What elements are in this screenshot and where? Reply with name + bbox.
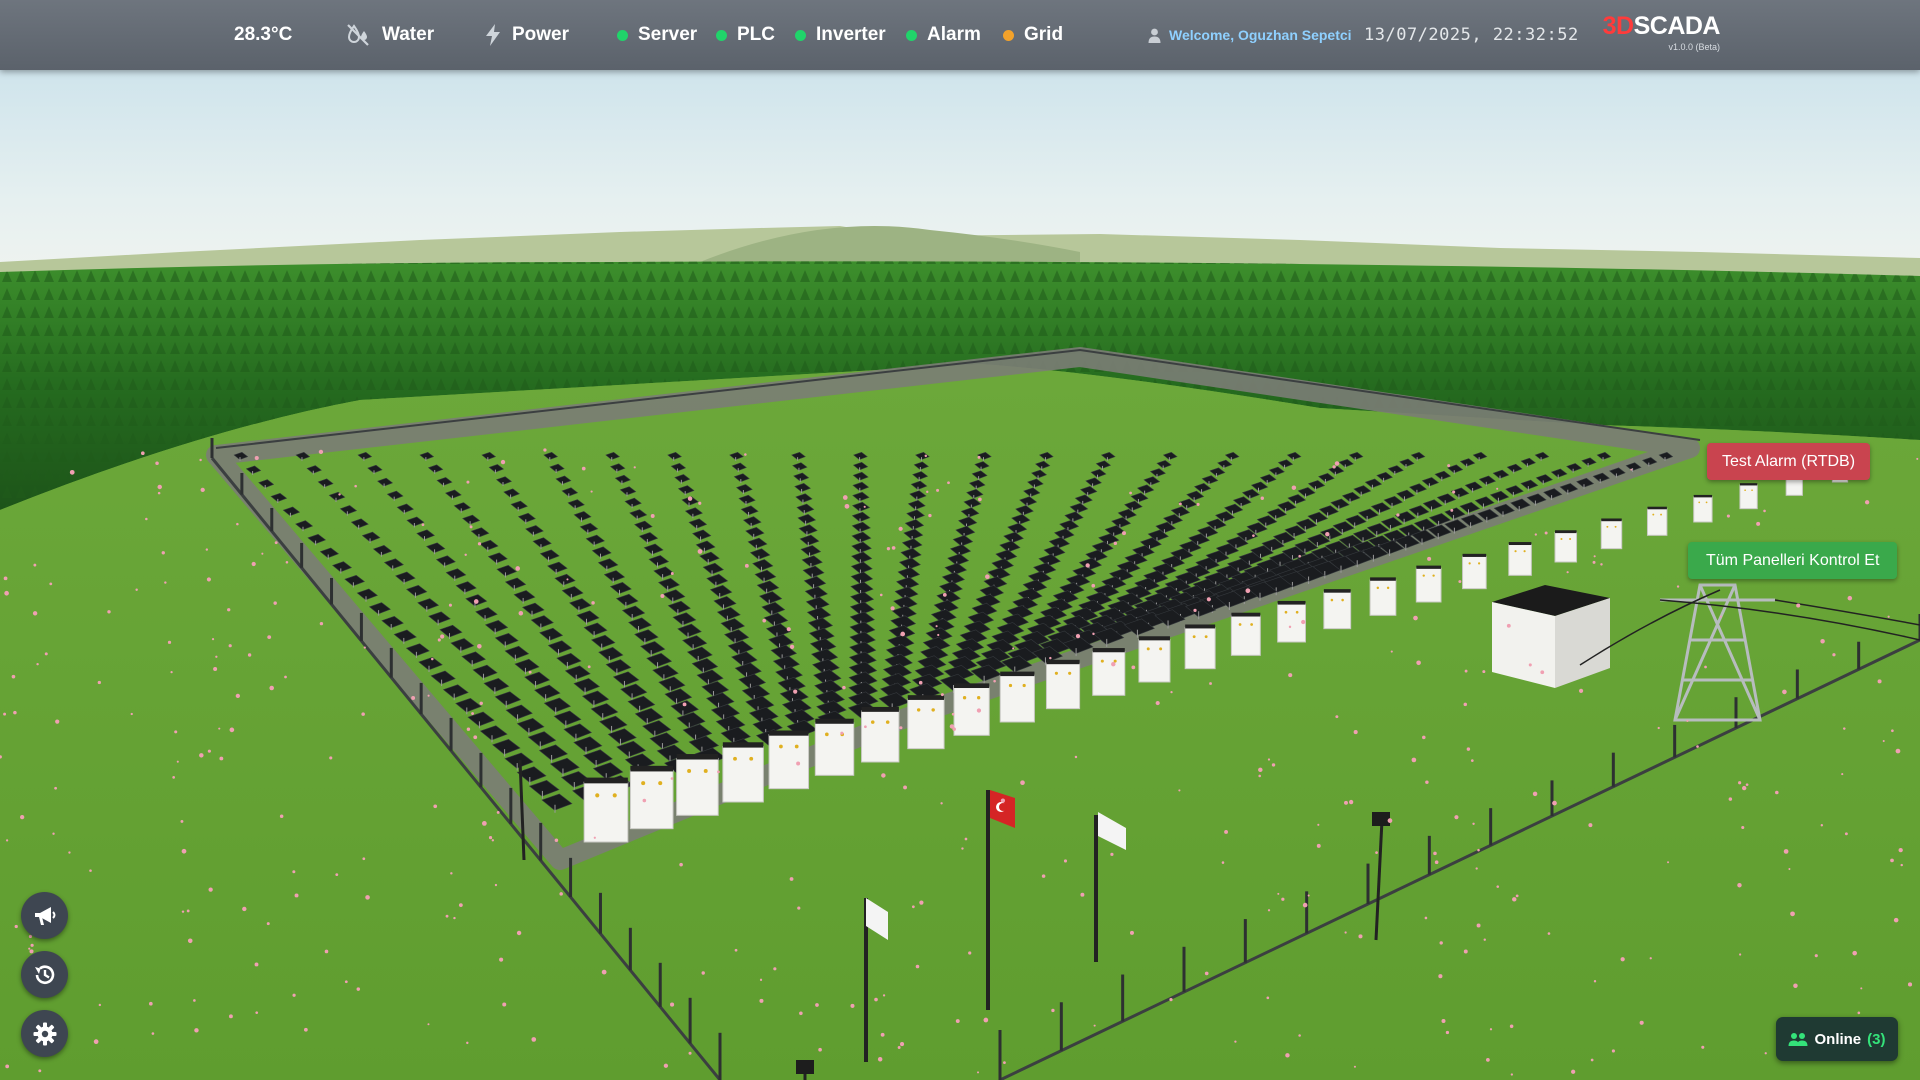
- user-welcome[interactable]: Welcome, Oguzhan Sepetci: [1148, 0, 1352, 70]
- status-inverter: Inverter: [795, 0, 886, 70]
- lightning-icon: [486, 24, 500, 46]
- power-toggle[interactable]: Power: [484, 0, 569, 70]
- water-toggle[interactable]: Water: [346, 0, 434, 70]
- announcement-button[interactable]: [21, 892, 68, 939]
- power-label: Power: [512, 24, 570, 45]
- brand-logo: 3DSCADA v1.0.0 (Beta): [1600, 12, 1721, 53]
- inverter-cabinet[interactable]: [1323, 589, 1352, 630]
- user-icon: [1148, 28, 1161, 43]
- inverter-cabinet[interactable]: [1600, 518, 1623, 550]
- inverter-cabinet[interactable]: [999, 671, 1035, 723]
- inverter-cabinet[interactable]: [1045, 659, 1081, 710]
- status-label: Grid: [1024, 24, 1064, 45]
- inverter-cabinet[interactable]: [629, 765, 674, 830]
- inverter-cabinet[interactable]: [1369, 577, 1397, 616]
- inverter-cabinet[interactable]: [1092, 648, 1126, 696]
- settings-button[interactable]: [21, 1010, 68, 1057]
- users-icon: [1788, 1032, 1808, 1046]
- solar-farm-3d-scene[interactable]: [0, 0, 1920, 1080]
- datetime-display: 13/07/2025, 22:32:52: [1364, 25, 1579, 45]
- brand-3d: 3D: [1602, 12, 1634, 40]
- status-label: PLC: [737, 24, 775, 45]
- inverter-cabinet[interactable]: [1554, 530, 1578, 563]
- gear-icon: [33, 1022, 56, 1045]
- inverter-cabinet[interactable]: [861, 706, 900, 763]
- online-count: (3): [1867, 1030, 1886, 1048]
- online-label: Online: [1814, 1030, 1862, 1048]
- inverter-cabinet[interactable]: [1646, 506, 1668, 536]
- status-label: Inverter: [816, 24, 886, 45]
- plc-status-dot: [716, 29, 727, 41]
- alarm-status-dot: [906, 29, 917, 41]
- status-label: Server: [638, 24, 698, 45]
- inverter-cabinet[interactable]: [1138, 636, 1171, 683]
- test-alarm-button[interactable]: Test Alarm (RTDB): [1707, 443, 1871, 480]
- megaphone-icon: [34, 906, 55, 925]
- inverter-cabinet[interactable]: [676, 754, 719, 816]
- water-label: Water: [382, 24, 435, 45]
- brand-scada: SCADA: [1633, 12, 1721, 40]
- substation-building: [1492, 585, 1610, 688]
- history-icon: [34, 964, 54, 984]
- inverter-cabinet[interactable]: [1415, 565, 1442, 603]
- water-off-icon: [347, 24, 369, 46]
- inverter-cabinet[interactable]: [583, 777, 629, 843]
- history-button[interactable]: [21, 951, 68, 998]
- inverter-cabinet[interactable]: [1693, 494, 1713, 523]
- brand-version: v1.0.0 (Beta): [1668, 42, 1720, 52]
- inverter-cabinet[interactable]: [1184, 624, 1216, 670]
- status-grid: Grid: [1003, 0, 1063, 70]
- temperature-indicator: 28.3°C: [210, 0, 292, 70]
- top-status-bar: 28.3°C Water Power Server PLC Inverter A…: [0, 0, 1920, 70]
- welcome-text: Welcome, Oguzhan Sepetci: [1169, 27, 1352, 43]
- inverter-cabinet[interactable]: [1462, 553, 1487, 590]
- inverter-cabinet[interactable]: [768, 730, 810, 790]
- inverter-cabinet[interactable]: [953, 683, 990, 736]
- online-users-badge[interactable]: Online (3): [1776, 1017, 1898, 1061]
- status-label: Alarm: [927, 24, 981, 45]
- inverter-cabinet[interactable]: [1508, 542, 1532, 576]
- inverter-cabinet[interactable]: [814, 718, 855, 776]
- inverter-cabinet[interactable]: [907, 695, 945, 750]
- inverter-cabinet[interactable]: [1739, 483, 1758, 510]
- inverter-status-dot: [795, 29, 806, 41]
- inverter-cabinet[interactable]: [1230, 612, 1261, 656]
- moon-icon: [213, 29, 219, 41]
- status-server: Server: [617, 0, 697, 70]
- temperature-value: 28.3°C: [234, 24, 293, 45]
- server-status-dot: [617, 29, 628, 41]
- status-plc: PLC: [716, 0, 775, 70]
- check-all-panels-button[interactable]: Tüm Panelleri Kontrol Et: [1688, 542, 1898, 579]
- status-alarm: Alarm: [906, 0, 981, 70]
- inverter-cabinet[interactable]: [722, 742, 764, 803]
- grid-status-dot: [1003, 29, 1014, 41]
